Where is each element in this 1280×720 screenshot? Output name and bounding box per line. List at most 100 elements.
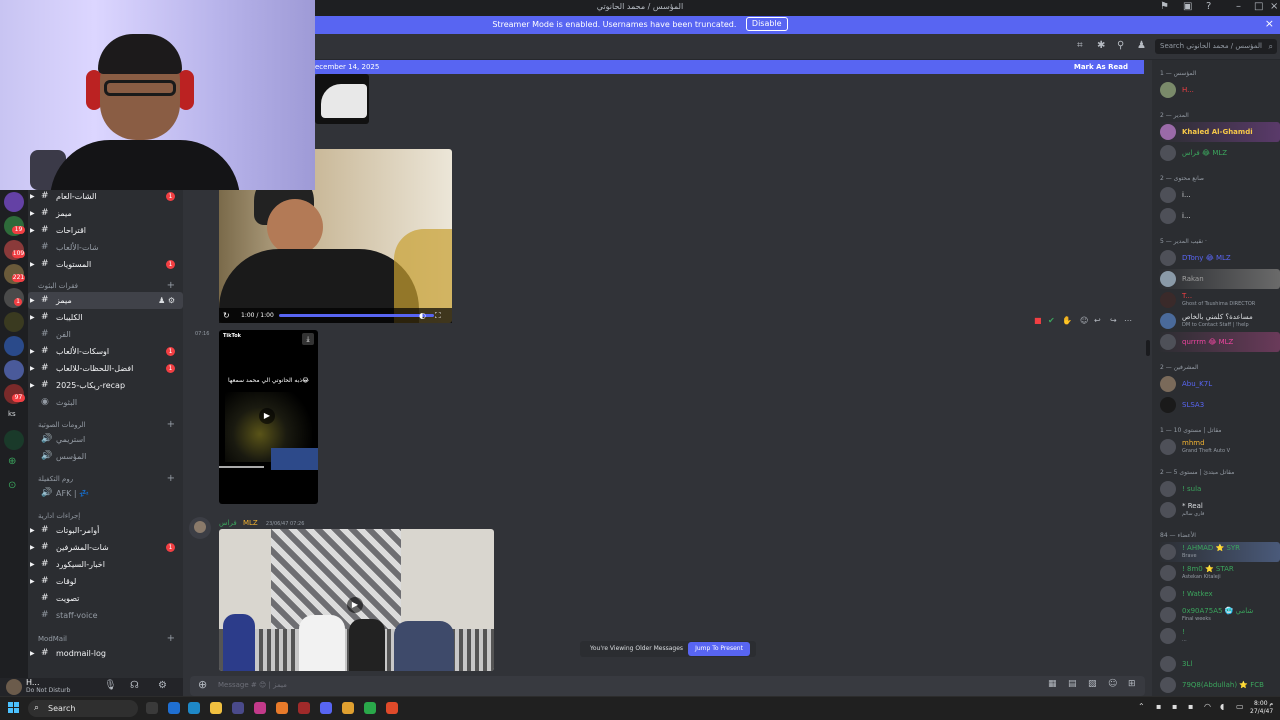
emoji-icon[interactable]: ☺	[1108, 679, 1117, 689]
member-item[interactable]: ! Watkex	[1158, 584, 1280, 604]
gif-icon[interactable]: ▤	[1068, 679, 1077, 689]
avatar[interactable]	[6, 679, 22, 695]
volume-icon[interactable]: ◐	[419, 308, 426, 323]
tiktok-embed[interactable]: TikTok ⤓ ذبه الحانوتي الي محمد سمعها😂 ▶	[219, 330, 318, 504]
app-icon[interactable]	[254, 702, 266, 714]
member-item[interactable]: qurrrm 😂 MLZ	[1158, 332, 1280, 352]
channel-item[interactable]: ▶ # أوامر-البوتات	[28, 522, 183, 539]
folder-icon[interactable]	[210, 702, 222, 714]
headphones-icon[interactable]: ☊	[130, 680, 139, 691]
taskbar-search[interactable]: ⌕ Search	[28, 700, 138, 717]
photo-attachment[interactable]: ▶	[219, 529, 494, 671]
server-icon[interactable]	[4, 430, 24, 450]
member-item[interactable]: * Real فاري سالم	[1158, 500, 1280, 520]
discord-icon[interactable]	[320, 702, 332, 714]
message-composer[interactable]: ⊕ Message # 😊 | ميمز ▦ ▤ ▧ ☺ ⊞	[190, 676, 1145, 696]
channel-item-active[interactable]: ▶ # ميمز ♟ ⚙	[28, 292, 183, 309]
plus-icon[interactable]: +	[167, 280, 175, 292]
voice-channel[interactable]: 🔊 استريمي	[28, 431, 183, 448]
attachment-thumbnail[interactable]	[315, 74, 369, 124]
member-item[interactable]: فراس 😂 MLZ	[1158, 143, 1280, 163]
server-label[interactable]: ks	[8, 410, 16, 418]
tray-icon[interactable]: ▪	[1172, 702, 1177, 711]
channel-item[interactable]: ▶ # اخبار-السيكورد	[28, 556, 183, 573]
channel-item[interactable]: ▶ # افضل-اللحظات-للالعاب 1	[28, 360, 183, 377]
scrollbar[interactable]	[1146, 340, 1150, 356]
task-view-icon[interactable]	[146, 702, 158, 714]
threads-icon[interactable]: ⌗	[1077, 40, 1083, 51]
more-icon[interactable]: ⋯	[1124, 316, 1132, 325]
gift-icon[interactable]: ▦	[1048, 679, 1057, 689]
play-icon[interactable]: ▶	[347, 597, 363, 613]
channel-item[interactable]: ◉ البثوث	[28, 394, 183, 411]
author-name[interactable]: فراس	[219, 519, 237, 527]
brave-icon[interactable]	[386, 702, 398, 714]
search-input[interactable]: Search المؤسس / محمد الحانوتي ⌕	[1155, 39, 1277, 54]
jump-to-present-button[interactable]: Jump To Present	[688, 642, 750, 656]
tray-icon[interactable]: ▪	[1156, 702, 1161, 711]
member-item[interactable]: DTony 😂 MLZ	[1158, 248, 1280, 268]
forward-icon[interactable]: ↪	[1110, 316, 1117, 325]
chrome-icon[interactable]	[342, 702, 354, 714]
members-icon[interactable]: ♟	[1137, 40, 1146, 51]
channel-item[interactable]: ▶ # اقتراحات	[28, 222, 183, 239]
banner-close-icon[interactable]: ×	[1265, 17, 1274, 30]
member-item[interactable]: T... Ghost of Tsushima DIRECTOR	[1158, 290, 1280, 310]
member-item[interactable]: Rakan	[1158, 269, 1280, 289]
channel-item[interactable]: # تصويت	[28, 590, 183, 607]
fullscreen-icon[interactable]: ⛶	[435, 308, 441, 323]
help-icon[interactable]: ?	[1206, 1, 1211, 12]
mic-icon[interactable]: 🎙	[104, 680, 117, 691]
server-icon[interactable]	[4, 192, 24, 212]
member-item[interactable]: Abu_K7L	[1158, 374, 1280, 394]
member-item[interactable]: 3Ll	[1158, 654, 1280, 674]
video-controls[interactable]: ↻ 1:00 / 1:00 ◐ ⛶	[219, 308, 452, 323]
firefox-icon[interactable]	[276, 702, 288, 714]
server-icon[interactable]	[4, 288, 24, 308]
emoji-icon[interactable]: ☺	[1080, 316, 1088, 325]
member-item[interactable]: SLSA3	[1158, 395, 1280, 415]
channel-item[interactable]: ▶ # المستويات 1	[28, 256, 183, 273]
member-item[interactable]: !...	[1158, 626, 1280, 646]
tray-icon[interactable]: ▪	[1188, 702, 1193, 711]
member-item[interactable]: Khaled Al-Ghamdi	[1158, 122, 1280, 142]
edge-icon[interactable]	[188, 702, 200, 714]
category-header[interactable]: الرومات الصوتية +	[38, 419, 183, 431]
server-icon[interactable]	[4, 360, 24, 380]
check-icon[interactable]: ✔	[1048, 316, 1055, 325]
new-messages-bar[interactable]: ecember 14, 2025 Mark As Read	[315, 60, 1144, 74]
category-header[interactable]: إجراءات ادارية	[38, 510, 183, 522]
category-header[interactable]: فقرات البثوث +	[38, 280, 183, 292]
windows-start-icon[interactable]	[8, 702, 20, 714]
channel-item[interactable]: # شات-الألعاب	[28, 239, 183, 256]
pin-icon[interactable]: ⚲	[1117, 40, 1124, 51]
apps-icon[interactable]: ⊞	[1128, 679, 1136, 689]
maximize-icon[interactable]: □	[1254, 1, 1263, 12]
minimize-icon[interactable]: –	[1236, 1, 1241, 12]
server-icon[interactable]	[4, 336, 24, 356]
member-item[interactable]: 79Q8(Abdullah) ⭐ FCB	[1158, 675, 1280, 695]
video-progress[interactable]	[279, 314, 434, 317]
chevron-up-icon[interactable]: ⌃	[1138, 702, 1145, 711]
close-icon[interactable]: ×	[1270, 1, 1278, 12]
member-item[interactable]: ! 8m0 ⭐ STAR Astekan Kitaleji	[1158, 563, 1280, 583]
member-item[interactable]: مساعدة؟ كلمني بالخاص DM to Contact Staff …	[1158, 311, 1280, 331]
plus-icon[interactable]: +	[167, 633, 175, 645]
screen-icon[interactable]: ▣	[1183, 1, 1192, 12]
disable-streamer-button[interactable]: Disable	[745, 17, 788, 31]
mark-as-read-button[interactable]: Mark As Read	[1074, 60, 1128, 74]
browser-icon[interactable]	[168, 702, 180, 714]
app-icon[interactable]	[298, 702, 310, 714]
server-icon[interactable]	[4, 312, 24, 332]
category-header[interactable]: روم التكفيلة +	[38, 473, 183, 485]
member-item[interactable]: i...	[1158, 185, 1280, 205]
gear-icon[interactable]: ♟ ⚙	[158, 292, 175, 309]
notification-icon[interactable]: ✱	[1097, 40, 1105, 51]
channel-item[interactable]: ▶ # الشات-العام 1	[28, 188, 183, 205]
member-item[interactable]: ! sula	[1158, 479, 1280, 499]
inbox-icon[interactable]: ⚑	[1160, 1, 1169, 12]
member-item[interactable]: ! AHMAD ⭐ SYR Brave	[1158, 542, 1280, 562]
channel-item[interactable]: ▶ # لوقات	[28, 573, 183, 590]
member-item[interactable]: i...	[1158, 206, 1280, 226]
channel-item[interactable]: # الفن	[28, 326, 183, 343]
